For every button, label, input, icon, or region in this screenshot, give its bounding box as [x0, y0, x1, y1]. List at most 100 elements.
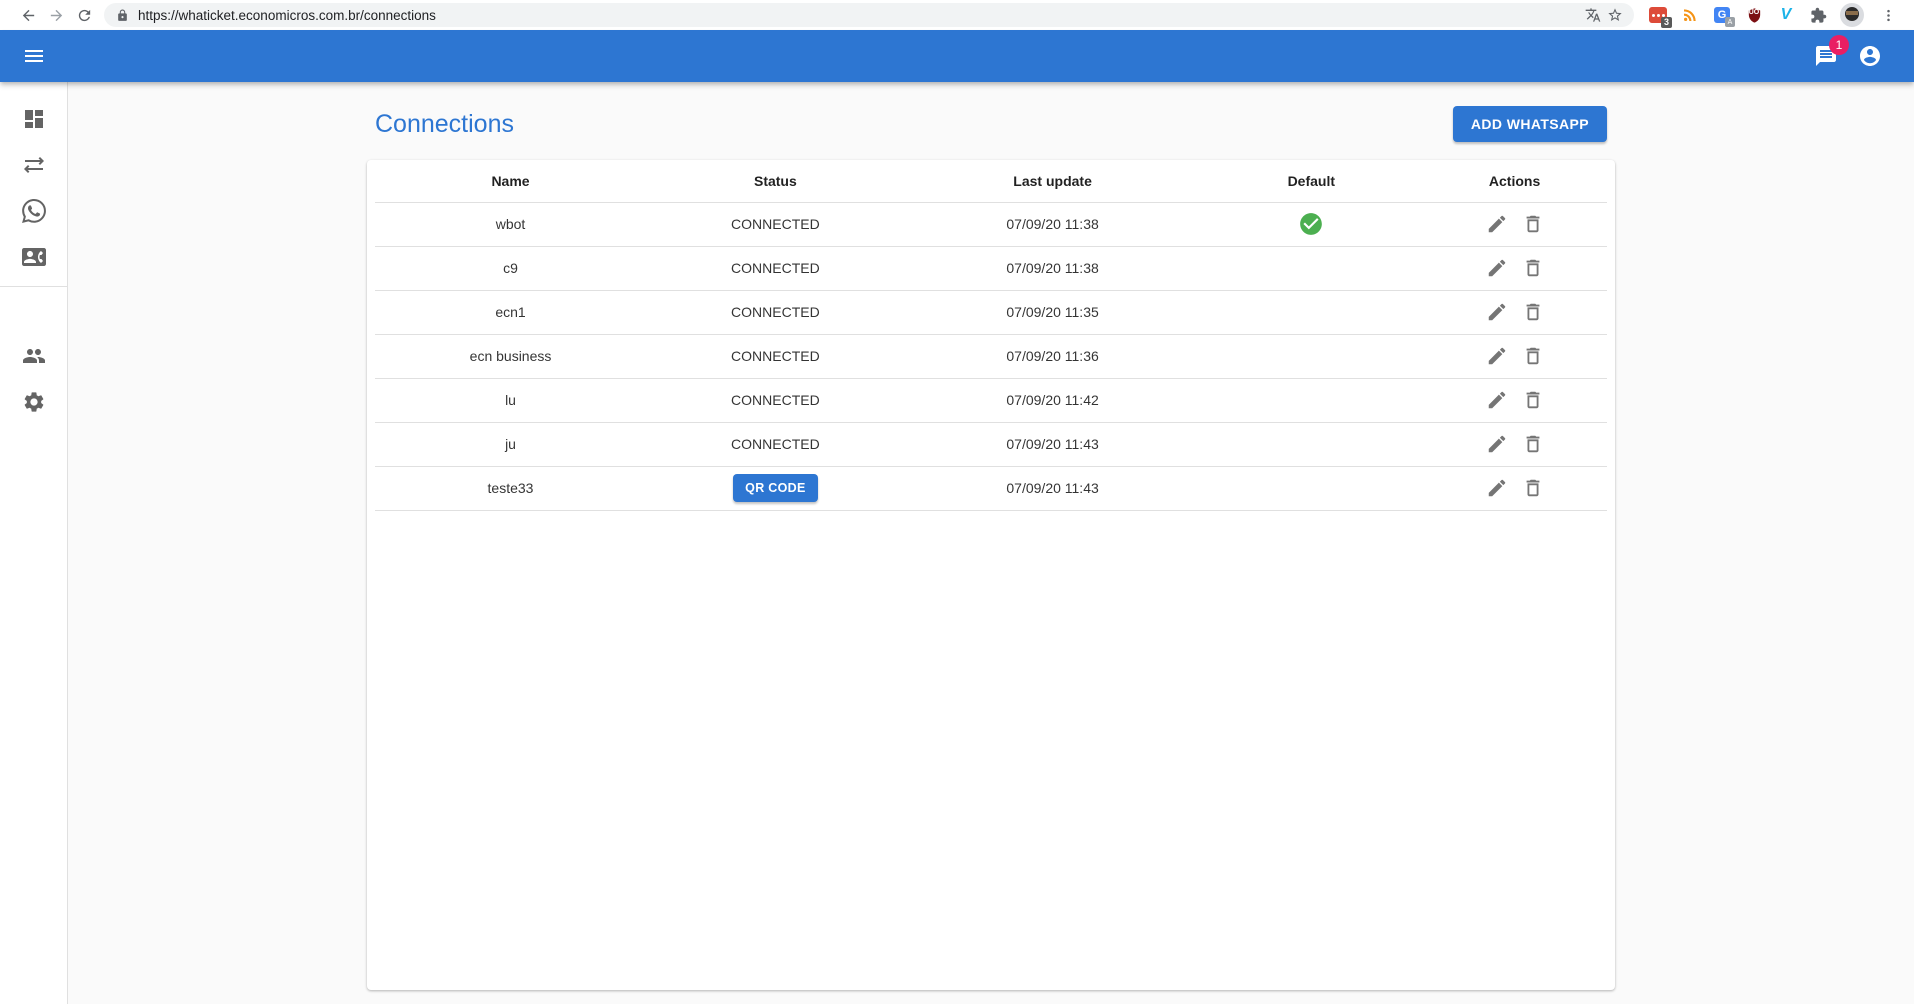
table-row: ju CONNECTED 07/09/20 11:43 [375, 422, 1607, 466]
ublock-extension-icon[interactable]: UO [1744, 5, 1764, 25]
sidebar-item-users[interactable] [0, 333, 67, 379]
translate-extension-icon[interactable]: G A [1712, 5, 1732, 25]
connection-actions-cell [1422, 334, 1607, 378]
connection-name-cell: wbot [375, 202, 646, 246]
page-title: Connections [375, 110, 514, 139]
connection-actions-cell [1422, 246, 1607, 290]
reload-button[interactable] [70, 1, 98, 29]
edit-button[interactable] [1481, 296, 1513, 328]
translate-page-icon[interactable] [1582, 4, 1604, 26]
header-name: Name [375, 160, 646, 202]
rss-extension-icon[interactable] [1680, 5, 1700, 25]
delete-button[interactable] [1517, 384, 1549, 416]
connection-status-cell: CONNECTED [646, 246, 905, 290]
connection-name-cell: lu [375, 378, 646, 422]
connection-name-cell: teste33 [375, 466, 646, 510]
connections-table: Name Status Last update Default Actions … [375, 160, 1607, 511]
extensions-area: 3 G A UO V [1642, 3, 1906, 27]
delete-trash-icon [1522, 433, 1544, 455]
extensions-puzzle-icon[interactable] [1808, 5, 1828, 25]
table-row: teste33 QR CODE 07/09/20 11:43 [375, 466, 1607, 510]
menu-button[interactable] [12, 34, 56, 78]
header-status: Status [646, 160, 905, 202]
connection-default-cell [1200, 334, 1422, 378]
edit-button[interactable] [1481, 472, 1513, 504]
sidebar-item-tickets[interactable] [0, 188, 67, 234]
delete-button[interactable] [1517, 428, 1549, 460]
status-text: CONNECTED [731, 348, 820, 364]
connection-default-cell [1200, 378, 1422, 422]
connection-status-cell: CONNECTED [646, 202, 905, 246]
connection-last-update-cell: 07/09/20 11:43 [905, 466, 1201, 510]
edit-button[interactable] [1481, 340, 1513, 372]
edit-button[interactable] [1481, 384, 1513, 416]
table-row: ecn1 CONNECTED 07/09/20 11:35 [375, 290, 1607, 334]
connection-status-cell: CONNECTED [646, 378, 905, 422]
sidebar-item-settings[interactable] [0, 379, 67, 425]
edit-pencil-icon [1486, 301, 1508, 323]
bookmark-star-icon[interactable] [1604, 4, 1626, 26]
edit-pencil-icon [1486, 257, 1508, 279]
reload-icon [76, 7, 93, 24]
delete-button[interactable] [1517, 340, 1549, 372]
edit-button[interactable] [1481, 208, 1513, 240]
edit-button[interactable] [1481, 428, 1513, 460]
edit-pencil-icon [1486, 477, 1508, 499]
sidebar-item-contacts[interactable] [0, 234, 67, 280]
account-menu-button[interactable] [1848, 34, 1892, 78]
delete-button[interactable] [1517, 252, 1549, 284]
sidebar-item-dashboard[interactable] [0, 96, 67, 142]
edit-pencil-icon [1486, 213, 1508, 235]
edit-button[interactable] [1481, 252, 1513, 284]
connection-default-cell [1200, 246, 1422, 290]
connection-actions-cell [1422, 466, 1607, 510]
back-button[interactable] [14, 1, 42, 29]
connection-default-cell [1200, 466, 1422, 510]
sidebar-item-connections[interactable] [0, 142, 67, 188]
whatsapp-icon [22, 199, 46, 223]
connection-last-update-cell: 07/09/20 11:35 [905, 290, 1201, 334]
connections-card: Name Status Last update Default Actions … [367, 160, 1615, 990]
table-row: lu CONNECTED 07/09/20 11:42 [375, 378, 1607, 422]
account-circle-icon [1858, 44, 1882, 68]
delete-button[interactable] [1517, 296, 1549, 328]
delete-button[interactable] [1517, 472, 1549, 504]
connection-status-cell: QR CODE [646, 466, 905, 510]
connection-actions-cell [1422, 422, 1607, 466]
dashboard-icon [22, 107, 46, 131]
connection-name-cell: ju [375, 422, 646, 466]
edit-pencil-icon [1486, 433, 1508, 455]
status-text: CONNECTED [731, 216, 820, 232]
qr-code-button[interactable]: QR CODE [733, 474, 817, 502]
vimeo-extension-icon[interactable]: V [1776, 5, 1796, 25]
connection-last-update-cell: 07/09/20 11:36 [905, 334, 1201, 378]
connection-name-cell: c9 [375, 246, 646, 290]
table-row: c9 CONNECTED 07/09/20 11:38 [375, 246, 1607, 290]
table-header-row: Name Status Last update Default Actions [375, 160, 1607, 202]
connection-last-update-cell: 07/09/20 11:38 [905, 246, 1201, 290]
notifications-extension-icon[interactable]: 3 [1648, 5, 1668, 25]
add-whatsapp-button[interactable]: ADD WHATSAPP [1453, 106, 1607, 142]
status-text: CONNECTED [731, 304, 820, 320]
header-default: Default [1200, 160, 1422, 202]
hamburger-icon [22, 44, 46, 68]
main-content: Connections ADD WHATSAPP Name Status Las… [68, 82, 1914, 1004]
connection-actions-cell [1422, 202, 1607, 246]
chrome-menu-button[interactable] [1876, 3, 1900, 27]
connection-actions-cell [1422, 378, 1607, 422]
delete-button[interactable] [1517, 208, 1549, 240]
sidebar [0, 82, 68, 1004]
connections-table-body: wbot CONNECTED 07/09/20 11:38 c9 CONNECT… [375, 202, 1607, 510]
forward-button[interactable] [42, 1, 70, 29]
connection-name-cell: ecn1 [375, 290, 646, 334]
url-text: https://whaticket.economicros.com.br/con… [138, 8, 1582, 23]
default-check-icon [1298, 211, 1324, 237]
browser-profile-avatar[interactable] [1840, 3, 1864, 27]
lock-icon [116, 9, 129, 22]
browser-toolbar: https://whaticket.economicros.com.br/con… [0, 0, 1914, 30]
settings-gear-icon [22, 390, 46, 414]
status-text: CONNECTED [731, 436, 820, 452]
notifications-badge: 1 [1829, 35, 1849, 55]
address-bar[interactable]: https://whaticket.economicros.com.br/con… [104, 3, 1634, 27]
connection-last-update-cell: 07/09/20 11:43 [905, 422, 1201, 466]
